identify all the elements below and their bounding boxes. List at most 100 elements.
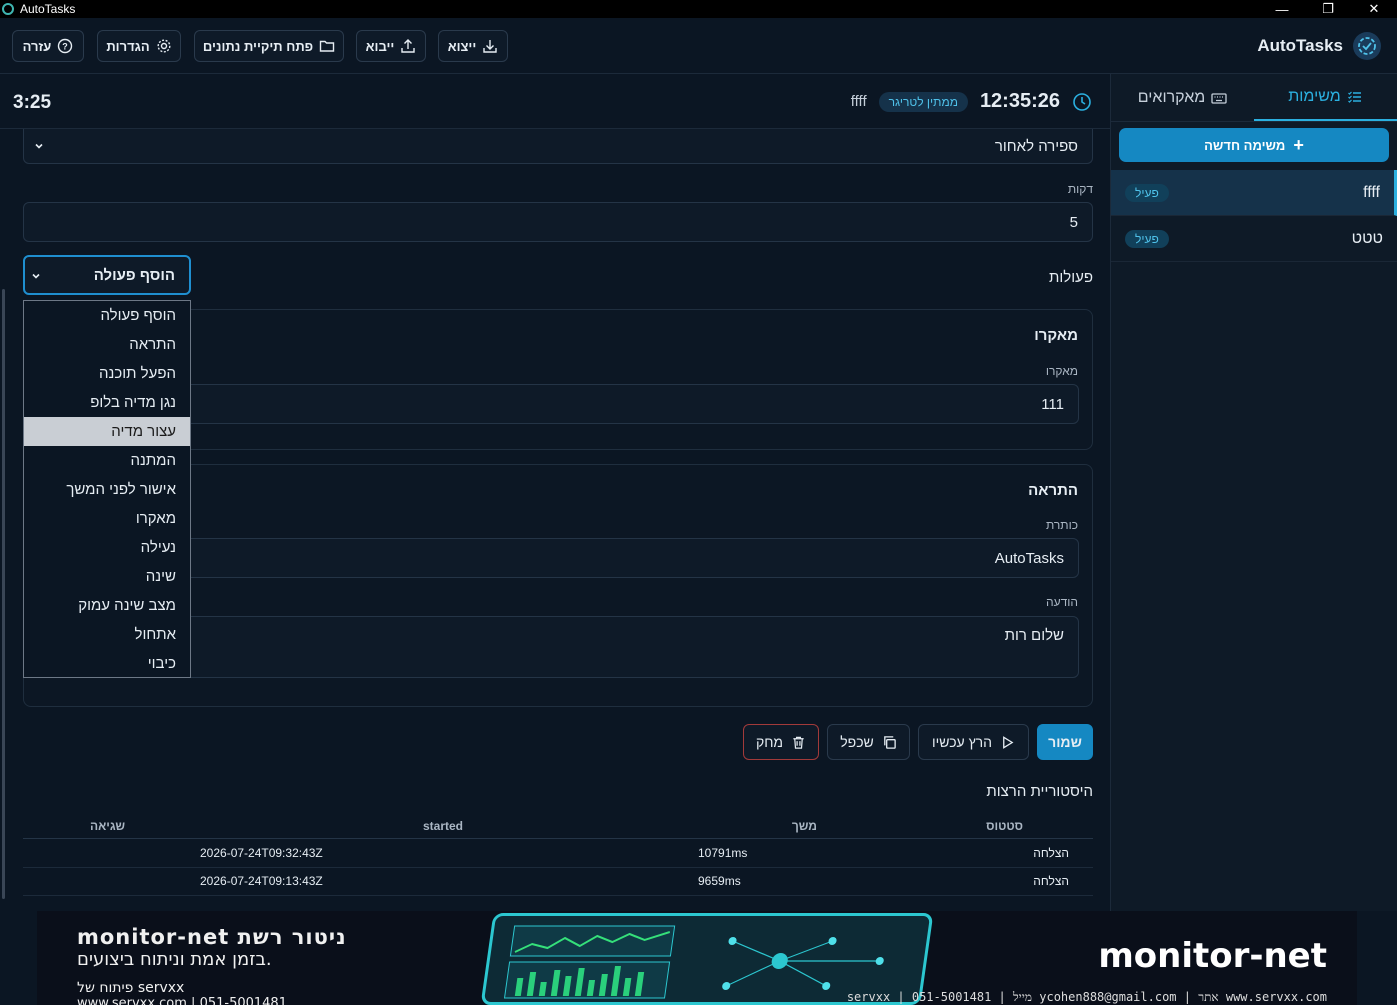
row-started: 2026-07-24T09:32:43Z	[200, 846, 323, 860]
dropdown-option[interactable]: אישור לפני המשך	[24, 475, 190, 504]
ad-banner[interactable]: monitor-net ניטור רשת בזמן אמת וניתוח בי…	[37, 911, 1357, 1005]
ad-line-2: בזמן אמת וניתוח ביצועים.	[77, 949, 272, 970]
task-editor: ספירה לאחור דקות 5 פעולות הוסף פעולה מאק…	[0, 129, 1110, 911]
list-icon	[1347, 91, 1361, 103]
clock-area: 12:35:26 ממתין לטריגר ffff	[851, 90, 1092, 113]
window-controls: — ❐ ✕	[1259, 0, 1397, 18]
notify-message-label: הודעה	[1046, 595, 1078, 609]
scrollbar[interactable]	[0, 129, 6, 911]
dropdown-option[interactable]: נגן מדיה בלופ	[24, 388, 190, 417]
top-toolbar: ? עזרה הגדרות פתח תיקיית נתונים ייבוא יי…	[0, 18, 1397, 74]
open-folder-label: פתח תיקיית נתונים	[202, 38, 314, 54]
macro-input[interactable]: 111	[184, 384, 1079, 424]
open-folder-button[interactable]: פתח תיקיית נתונים	[194, 30, 344, 62]
add-action-select[interactable]: הוסף פעולה	[23, 255, 191, 295]
export-label: ייצוא	[447, 38, 477, 54]
clock-time: 12:35:26	[979, 90, 1060, 112]
tab-macros[interactable]: מאקרואים	[1111, 74, 1254, 121]
duplicate-button[interactable]: שכפל	[827, 724, 910, 760]
sidebar: משימות מאקרואים + משימה חדשה ffff פעיל ט…	[1110, 74, 1397, 911]
play-icon	[1003, 735, 1014, 749]
save-button[interactable]: שמור	[1037, 724, 1093, 760]
sidebar-tabs: משימות מאקרואים	[1111, 74, 1397, 122]
import-button[interactable]: ייבוא	[356, 30, 426, 62]
dropdown-option[interactable]: התראה	[24, 330, 190, 359]
task-item-name: טטט	[1351, 229, 1383, 247]
delete-label: מחק	[755, 734, 784, 750]
task-item[interactable]: ffff פעיל	[1111, 170, 1397, 216]
task-item-name: ffff	[1363, 183, 1380, 201]
scrollbar-thumb[interactable]	[2, 289, 5, 899]
brand-logo-icon	[1353, 32, 1381, 60]
dropdown-option[interactable]: אתחול	[24, 620, 190, 649]
tab-tasks-label: משימות	[1288, 87, 1341, 105]
ad-line-1: monitor-net ניטור רשת	[77, 925, 347, 949]
dropdown-option[interactable]: הוסף פעולה	[24, 301, 190, 330]
save-label: שמור	[1048, 734, 1082, 750]
window-title: AutoTasks	[20, 2, 76, 16]
restore-button[interactable]: ❐	[1305, 0, 1351, 18]
dropdown-option-highlighted[interactable]: עצור מדיה	[24, 417, 190, 446]
col-duration: משך	[791, 819, 817, 833]
macro-section-title: מאקרו	[1034, 327, 1078, 344]
app-icon	[2, 3, 14, 15]
row-status: הצלחה	[1033, 846, 1069, 860]
delete-button[interactable]: מחק	[743, 724, 819, 760]
dropdown-option[interactable]: כיבוי	[24, 649, 190, 678]
trigger-type-value: ספירה לאחור	[994, 137, 1078, 155]
dropdown-option[interactable]: שינה	[24, 562, 190, 591]
brand: AutoTasks	[1257, 32, 1381, 60]
tab-macros-label: מאקרואים	[1137, 88, 1206, 106]
notify-message-textarea[interactable]: שלום רות	[184, 616, 1079, 678]
tab-tasks[interactable]: משימות	[1254, 74, 1397, 121]
chevron-down-icon	[35, 143, 43, 149]
settings-button[interactable]: הגדרות	[97, 30, 181, 62]
trigger-status-badge: ממתין לטריגר	[878, 91, 968, 112]
keyboard-icon	[1211, 92, 1227, 104]
help-button[interactable]: ? עזרה	[12, 30, 84, 62]
dropdown-option[interactable]: המתנה	[24, 446, 190, 475]
export-button[interactable]: ייצוא	[438, 30, 508, 62]
ad-brand: monitor-net	[1098, 936, 1327, 976]
minutes-input[interactable]: 5	[23, 202, 1093, 242]
current-task-name: ffff	[850, 93, 867, 110]
table-row: הצלחה 10791ms 2026-07-24T09:32:43Z	[23, 840, 1093, 868]
minutes-label: דקות	[1067, 182, 1093, 196]
row-status: הצלחה	[1033, 874, 1069, 888]
settings-label: הגדרות	[106, 38, 150, 54]
copy-icon	[883, 735, 896, 749]
notify-section-title: התראה	[1028, 482, 1078, 499]
minimize-button[interactable]: —	[1259, 0, 1305, 18]
duplicate-label: שכפל	[840, 734, 874, 750]
trigger-type-select[interactable]: ספירה לאחור	[23, 129, 1093, 164]
chevron-down-icon	[32, 273, 40, 279]
plus-icon: +	[1293, 135, 1304, 155]
svg-text:?: ?	[63, 42, 69, 52]
notify-title-value: AutoTasks	[994, 549, 1064, 567]
task-header: 3:25 12:35:26 ממתין לטריגר ffff	[0, 74, 1110, 129]
row-duration: 10791ms	[698, 846, 748, 860]
close-button[interactable]: ✕	[1351, 0, 1397, 18]
dropdown-option[interactable]: נעילה	[24, 533, 190, 562]
col-error: שגיאה	[90, 819, 126, 833]
folder-icon	[319, 40, 335, 52]
dropdown-option[interactable]: מצב שינה עמוק	[24, 591, 190, 620]
task-item[interactable]: טטט פעיל	[1111, 216, 1397, 262]
dropdown-option[interactable]: מאקרו	[24, 504, 190, 533]
add-action-dropdown[interactable]: הוסף פעולה התראה הפעל תוכנה נגן מדיה בלו…	[23, 300, 191, 678]
ad-footer: servxx | 051-5001481 | מייל ycohen888@gm…	[846, 990, 1327, 1004]
ad-line-4: www.servxx.com | 051-5001481	[77, 996, 287, 1005]
add-action-label: הוסף פעולה	[93, 266, 175, 284]
import-label: ייבוא	[365, 38, 395, 54]
macro-label: מאקרו	[1045, 364, 1078, 378]
new-task-button[interactable]: + משימה חדשה	[1119, 128, 1389, 162]
trash-icon	[793, 736, 804, 749]
col-status: סטטוס	[986, 819, 1023, 833]
help-icon: ?	[58, 38, 73, 54]
status-badge: פעיל	[1125, 229, 1169, 248]
notify-title-input[interactable]: AutoTasks	[184, 538, 1079, 578]
dropdown-option[interactable]: הפעל תוכנה	[24, 359, 190, 388]
run-now-button[interactable]: הרץ עכשיו	[918, 724, 1029, 760]
ad-line-3: פיתוח של servxx	[77, 980, 185, 996]
new-task-label: משימה חדשה	[1204, 137, 1286, 153]
